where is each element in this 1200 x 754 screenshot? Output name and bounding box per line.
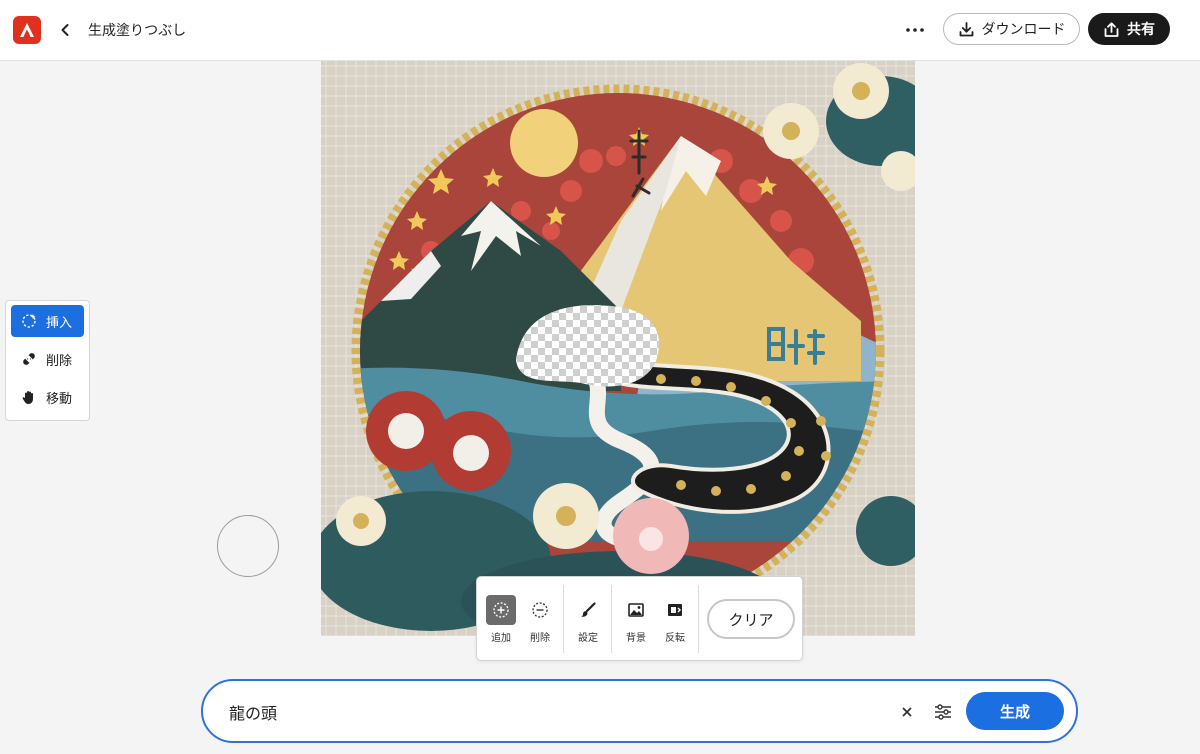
- invert-label: 反転: [665, 633, 685, 644]
- minus-circle-dashed-icon: [532, 602, 548, 618]
- download-button[interactable]: ダウンロード: [943, 13, 1080, 45]
- selection-toolbar: 追加 削除 設定 背景 反転 クリア: [476, 576, 803, 661]
- chevron-left-icon: [61, 24, 69, 36]
- download-label: ダウンロード: [981, 22, 1066, 38]
- canvas-image[interactable]: [321, 61, 915, 636]
- adobe-logo-icon: [20, 23, 34, 37]
- tool-move-label: 移動: [46, 391, 73, 407]
- back-button[interactable]: [52, 16, 78, 44]
- toolbar-divider: [698, 585, 699, 653]
- download-icon: [959, 21, 973, 36]
- artwork-image: [321, 61, 915, 636]
- prompt-input[interactable]: [229, 699, 829, 725]
- tool-remove[interactable]: 削除: [11, 343, 84, 375]
- brush-settings-label: 設定: [578, 633, 598, 644]
- close-icon: [902, 707, 912, 717]
- more-options-button[interactable]: [898, 17, 932, 43]
- share-icon: [1104, 21, 1119, 37]
- share-button[interactable]: 共有: [1088, 13, 1170, 45]
- tool-remove-label: 削除: [46, 353, 73, 369]
- toolbar-divider: [563, 585, 564, 653]
- add-selection-icon-wrap: [486, 595, 516, 625]
- top-bar: 生成塗りつぶし ダウンロード 共有: [0, 0, 1200, 61]
- generate-button[interactable]: 生成: [966, 692, 1064, 730]
- remove-selection-label: 削除: [530, 633, 550, 644]
- add-selection-button[interactable]: 追加: [483, 595, 519, 645]
- sliders-icon: [935, 704, 951, 720]
- page-title: 生成塗りつぶし: [88, 23, 187, 39]
- plus-circle-dashed-icon: [493, 602, 509, 618]
- adobe-express-logo[interactable]: [13, 16, 41, 44]
- invert-icon-wrap: [660, 595, 690, 625]
- background-label: 背景: [626, 633, 646, 644]
- invert-selection-icon: [668, 604, 682, 616]
- prompt-settings-button[interactable]: [931, 700, 955, 724]
- remove-selection-button[interactable]: 削除: [522, 595, 558, 645]
- sparkle-add-icon: [22, 314, 36, 328]
- add-selection-label: 追加: [491, 633, 511, 644]
- bandage-icon: [23, 353, 35, 365]
- invert-button[interactable]: 反転: [657, 595, 693, 645]
- toolbar-divider: [611, 585, 612, 653]
- clear-prompt-button[interactable]: [896, 701, 918, 723]
- remove-selection-icon-wrap: [525, 595, 555, 625]
- tool-move[interactable]: 移動: [11, 381, 84, 413]
- brush-settings-icon-wrap: [573, 595, 603, 625]
- background-icon-wrap: [621, 595, 651, 625]
- clear-selection-button[interactable]: クリア: [707, 599, 795, 639]
- prompt-bar: 生成: [201, 679, 1078, 743]
- hand-icon: [22, 391, 33, 404]
- background-button[interactable]: 背景: [618, 595, 654, 645]
- ellipsis-icon: [906, 28, 924, 32]
- image-icon: [628, 603, 644, 617]
- tool-insert[interactable]: 挿入: [11, 305, 84, 337]
- brush-cursor: [217, 515, 279, 577]
- brush-settings-button[interactable]: 設定: [570, 595, 606, 645]
- tool-insert-label: 挿入: [46, 315, 73, 331]
- share-label: 共有: [1127, 22, 1155, 38]
- fill-tool-panel: 挿入 削除 移動: [5, 300, 90, 421]
- brush-icon: [581, 602, 596, 617]
